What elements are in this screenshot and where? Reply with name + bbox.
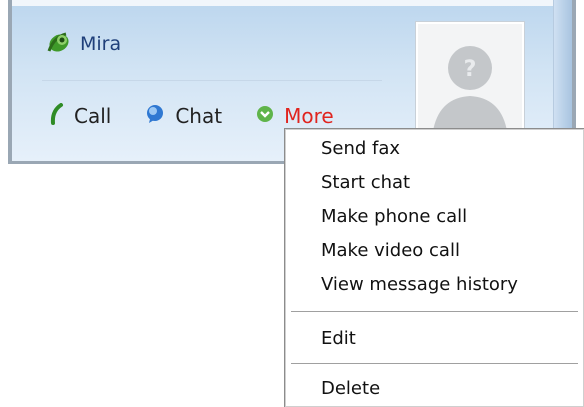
more-button[interactable]: More: [256, 104, 334, 128]
menu-item-make-video-call[interactable]: Make video call: [321, 237, 460, 265]
menu-item-view-message-history[interactable]: View message history: [321, 271, 518, 299]
menu-separator: [291, 311, 578, 312]
chat-button[interactable]: Chat: [145, 104, 222, 129]
green-contact-icon: [46, 29, 72, 59]
menu-separator: [291, 363, 578, 364]
call-button[interactable]: Call: [50, 102, 112, 130]
contact-name[interactable]: Mira: [80, 33, 121, 55]
card-top-gloss: [12, 0, 572, 6]
chat-bubble-icon: [145, 104, 165, 129]
avatar[interactable]: ?: [415, 21, 525, 141]
menu-item-make-phone-call[interactable]: Make phone call: [321, 203, 467, 231]
menu-item-delete[interactable]: Delete: [321, 375, 380, 403]
more-label: More: [284, 104, 334, 128]
card-divider: [42, 80, 382, 81]
contact-name-row[interactable]: Mira: [46, 30, 121, 58]
phone-icon: [50, 102, 64, 130]
menu-item-edit[interactable]: Edit: [321, 325, 356, 353]
chevron-down-icon: [256, 104, 274, 128]
more-dropdown-menu: Send fax Start chat Make phone call Make…: [284, 128, 584, 407]
menu-item-send-fax[interactable]: Send fax: [321, 135, 400, 163]
placeholder-silhouette-icon: ?: [432, 46, 508, 138]
avatar-question-glyph: ?: [464, 57, 477, 82]
chat-label: Chat: [175, 104, 223, 128]
menu-item-start-chat[interactable]: Start chat: [321, 169, 410, 197]
call-label: Call: [74, 104, 112, 128]
